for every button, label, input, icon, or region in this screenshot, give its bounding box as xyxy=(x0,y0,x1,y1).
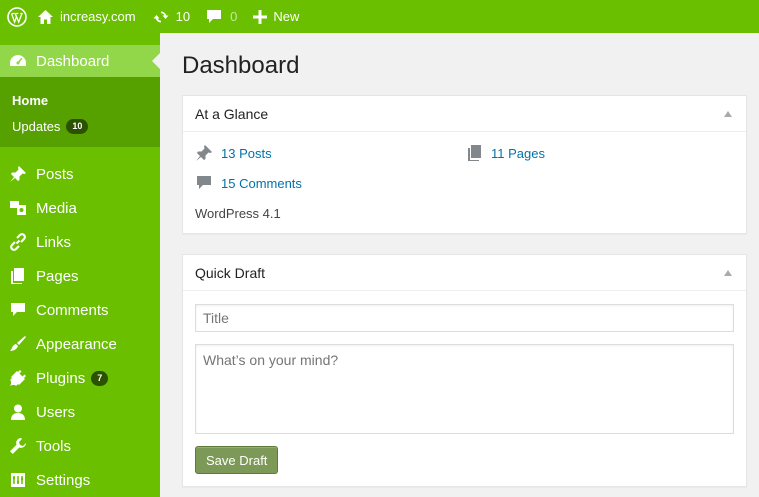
pages-icon xyxy=(468,145,481,161)
menu-label: Tools xyxy=(36,437,72,455)
updates-badge: 10 xyxy=(66,118,89,134)
quick-draft-widget: Quick Draft Save Draft xyxy=(182,254,747,487)
wordpress-version: WordPress 4.1 xyxy=(195,206,281,221)
menu-label: Dashboard xyxy=(36,52,110,70)
collapse-toggle-icon[interactable] xyxy=(724,111,732,117)
menu-label: Plugins xyxy=(36,369,86,387)
comments-link[interactable]: 0 xyxy=(198,0,245,33)
menu-label: Users xyxy=(36,403,76,421)
wordpress-logo-icon xyxy=(6,6,27,27)
menu-list: Posts Media Links Pages Comments Appeara… xyxy=(0,147,160,497)
refresh-icon xyxy=(153,10,169,23)
menu-item-comments[interactable]: Comments xyxy=(0,293,160,327)
glance-posts-link[interactable]: 13 Posts xyxy=(195,144,272,162)
submenu-item-updates[interactable]: Updates 10 xyxy=(0,113,160,139)
menu-label: Posts xyxy=(36,165,74,183)
settings-icon xyxy=(9,471,27,489)
pin-icon xyxy=(196,145,212,161)
widget-header[interactable]: Quick Draft xyxy=(183,255,746,291)
glance-comments-label: 15 Comments xyxy=(221,175,302,191)
menu-label: Appearance xyxy=(36,335,117,353)
menu-label: Pages xyxy=(36,267,79,285)
menu-label: Comments xyxy=(36,301,109,319)
comment-bubble-icon xyxy=(207,10,222,23)
new-label: New xyxy=(273,9,300,24)
pin-icon xyxy=(9,165,27,183)
menu-item-links[interactable]: Links xyxy=(0,225,160,259)
menu-item-posts[interactable]: Posts xyxy=(0,157,160,191)
updates-count: 10 xyxy=(175,9,191,24)
submenu-label: Updates xyxy=(12,118,61,134)
submenu-label: Home xyxy=(12,92,49,108)
menu-label: Settings xyxy=(36,471,91,489)
admin-sidebar: Dashboard Home Updates 10 Posts Media Li… xyxy=(0,33,160,497)
plus-icon xyxy=(253,9,268,24)
plugin-icon xyxy=(9,369,27,387)
draft-title-input[interactable] xyxy=(195,304,734,332)
brush-icon xyxy=(9,335,27,353)
at-a-glance-widget: At a Glance 13 Posts 11 Pages 15 Comment… xyxy=(182,95,747,234)
glance-comments-link[interactable]: 15 Comments xyxy=(195,174,302,192)
widget-title: At a Glance xyxy=(195,105,269,122)
submenu-item-home[interactable]: Home xyxy=(0,87,160,113)
glance-pages-label: 11 Pages xyxy=(491,145,545,161)
menu-item-dashboard[interactable]: Dashboard xyxy=(0,45,160,77)
comment-icon xyxy=(197,176,211,189)
link-icon xyxy=(9,233,27,251)
comments-count: 0 xyxy=(230,9,238,24)
menu-item-pages[interactable]: Pages xyxy=(0,259,160,293)
menu-item-plugins[interactable]: Plugins 7 xyxy=(0,361,160,395)
updates-link[interactable]: 10 xyxy=(144,0,198,33)
home-icon xyxy=(38,9,53,24)
pages-icon xyxy=(9,267,27,285)
page-title: Dashboard xyxy=(182,52,300,79)
dashboard-icon xyxy=(9,52,27,70)
menu-label: Media xyxy=(36,199,77,217)
widget-title: Quick Draft xyxy=(195,264,266,281)
media-icon xyxy=(9,199,27,217)
widget-header[interactable]: At a Glance xyxy=(183,96,746,132)
menu-label: Links xyxy=(36,233,72,251)
wrench-icon xyxy=(9,437,27,455)
comment-icon xyxy=(9,301,27,319)
dashboard-submenu: Home Updates 10 xyxy=(0,77,160,147)
menu-item-tools[interactable]: Tools xyxy=(0,429,160,463)
menu-item-settings[interactable]: Settings xyxy=(0,463,160,497)
collapse-toggle-icon[interactable] xyxy=(724,270,732,276)
menu-item-media[interactable]: Media xyxy=(0,191,160,225)
user-icon xyxy=(9,403,27,421)
menu-item-users[interactable]: Users xyxy=(0,395,160,429)
glance-pages-link[interactable]: 11 Pages xyxy=(467,144,545,162)
wordpress-logo-button[interactable] xyxy=(0,0,33,33)
draft-content-textarea[interactable] xyxy=(195,344,734,434)
plugins-badge: 7 xyxy=(91,370,109,386)
site-name-link[interactable]: increasy.com xyxy=(33,0,144,33)
glance-posts-label: 13 Posts xyxy=(221,145,272,161)
save-draft-button[interactable]: Save Draft xyxy=(195,446,279,474)
site-name-label: increasy.com xyxy=(60,9,136,24)
glance-content: 13 Posts 11 Pages 15 Comments WordPress … xyxy=(183,132,746,234)
menu-item-appearance[interactable]: Appearance xyxy=(0,327,160,361)
new-content-link[interactable]: New xyxy=(245,0,307,33)
admin-bar: increasy.com 10 0 New xyxy=(0,0,759,33)
